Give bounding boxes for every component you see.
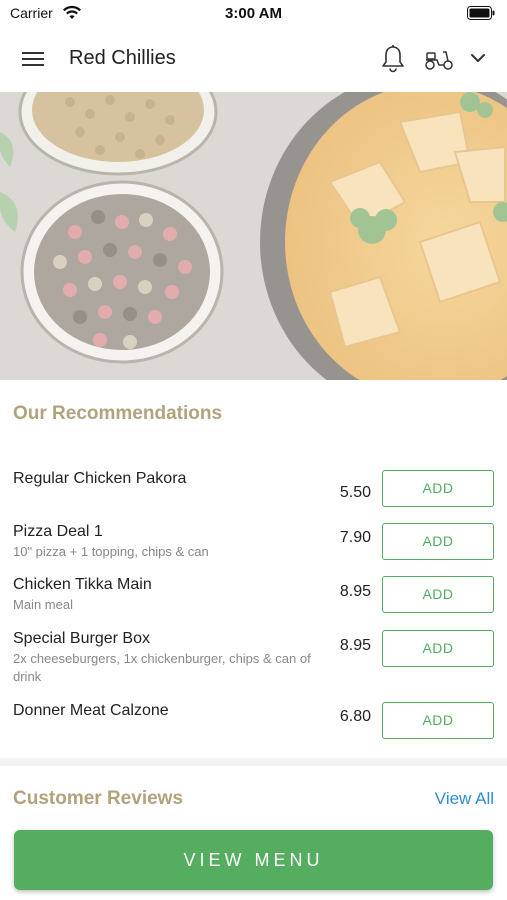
view-menu-button[interactable]: VIEW MENU	[14, 830, 493, 890]
item-name: Donner Meat Calzone	[13, 702, 169, 719]
hero-food-image	[0, 92, 507, 380]
recommendations-title: Our Recommendations	[13, 403, 223, 424]
battery-icon	[467, 6, 495, 20]
item-name: Regular Chicken Pakora	[13, 470, 187, 487]
item-price: 6.80	[339, 708, 371, 725]
item-price: 8.95	[339, 637, 371, 654]
food-banner-image	[0, 92, 507, 380]
clock: 3:00 AM	[225, 5, 282, 22]
item-price: 7.90	[339, 529, 371, 546]
reviews-title: Customer Reviews	[13, 788, 184, 809]
add-button[interactable]: ADD	[382, 470, 494, 507]
item-name: Pizza Deal 1	[13, 523, 103, 540]
view-all-reviews-link[interactable]: View All	[435, 789, 494, 809]
item-name: Chicken Tikka Main	[13, 576, 152, 593]
add-button[interactable]: ADD	[382, 702, 494, 739]
add-button[interactable]: ADD	[382, 630, 494, 667]
item-name: Special Burger Box	[13, 630, 150, 647]
app-header: Red Chillies	[0, 28, 507, 92]
status-bar: Carrier 3:00 AM	[0, 0, 507, 28]
add-button[interactable]: ADD	[382, 523, 494, 560]
chevron-down-icon[interactable]	[468, 50, 488, 66]
item-description: 2x cheeseburgers, 1x chickenburger, chip…	[13, 651, 311, 684]
section-divider	[0, 758, 507, 766]
item-price: 8.95	[339, 583, 371, 600]
scooter-icon[interactable]	[423, 46, 455, 72]
item-description: 10" pizza + 1 topping, chips & can	[13, 544, 209, 559]
bell-icon[interactable]	[380, 44, 406, 74]
item-price: 5.50	[339, 484, 371, 501]
menu-icon[interactable]	[22, 48, 48, 70]
restaurant-title: Red Chillies	[69, 47, 176, 69]
item-description: Main meal	[13, 597, 73, 612]
add-button[interactable]: ADD	[382, 576, 494, 613]
